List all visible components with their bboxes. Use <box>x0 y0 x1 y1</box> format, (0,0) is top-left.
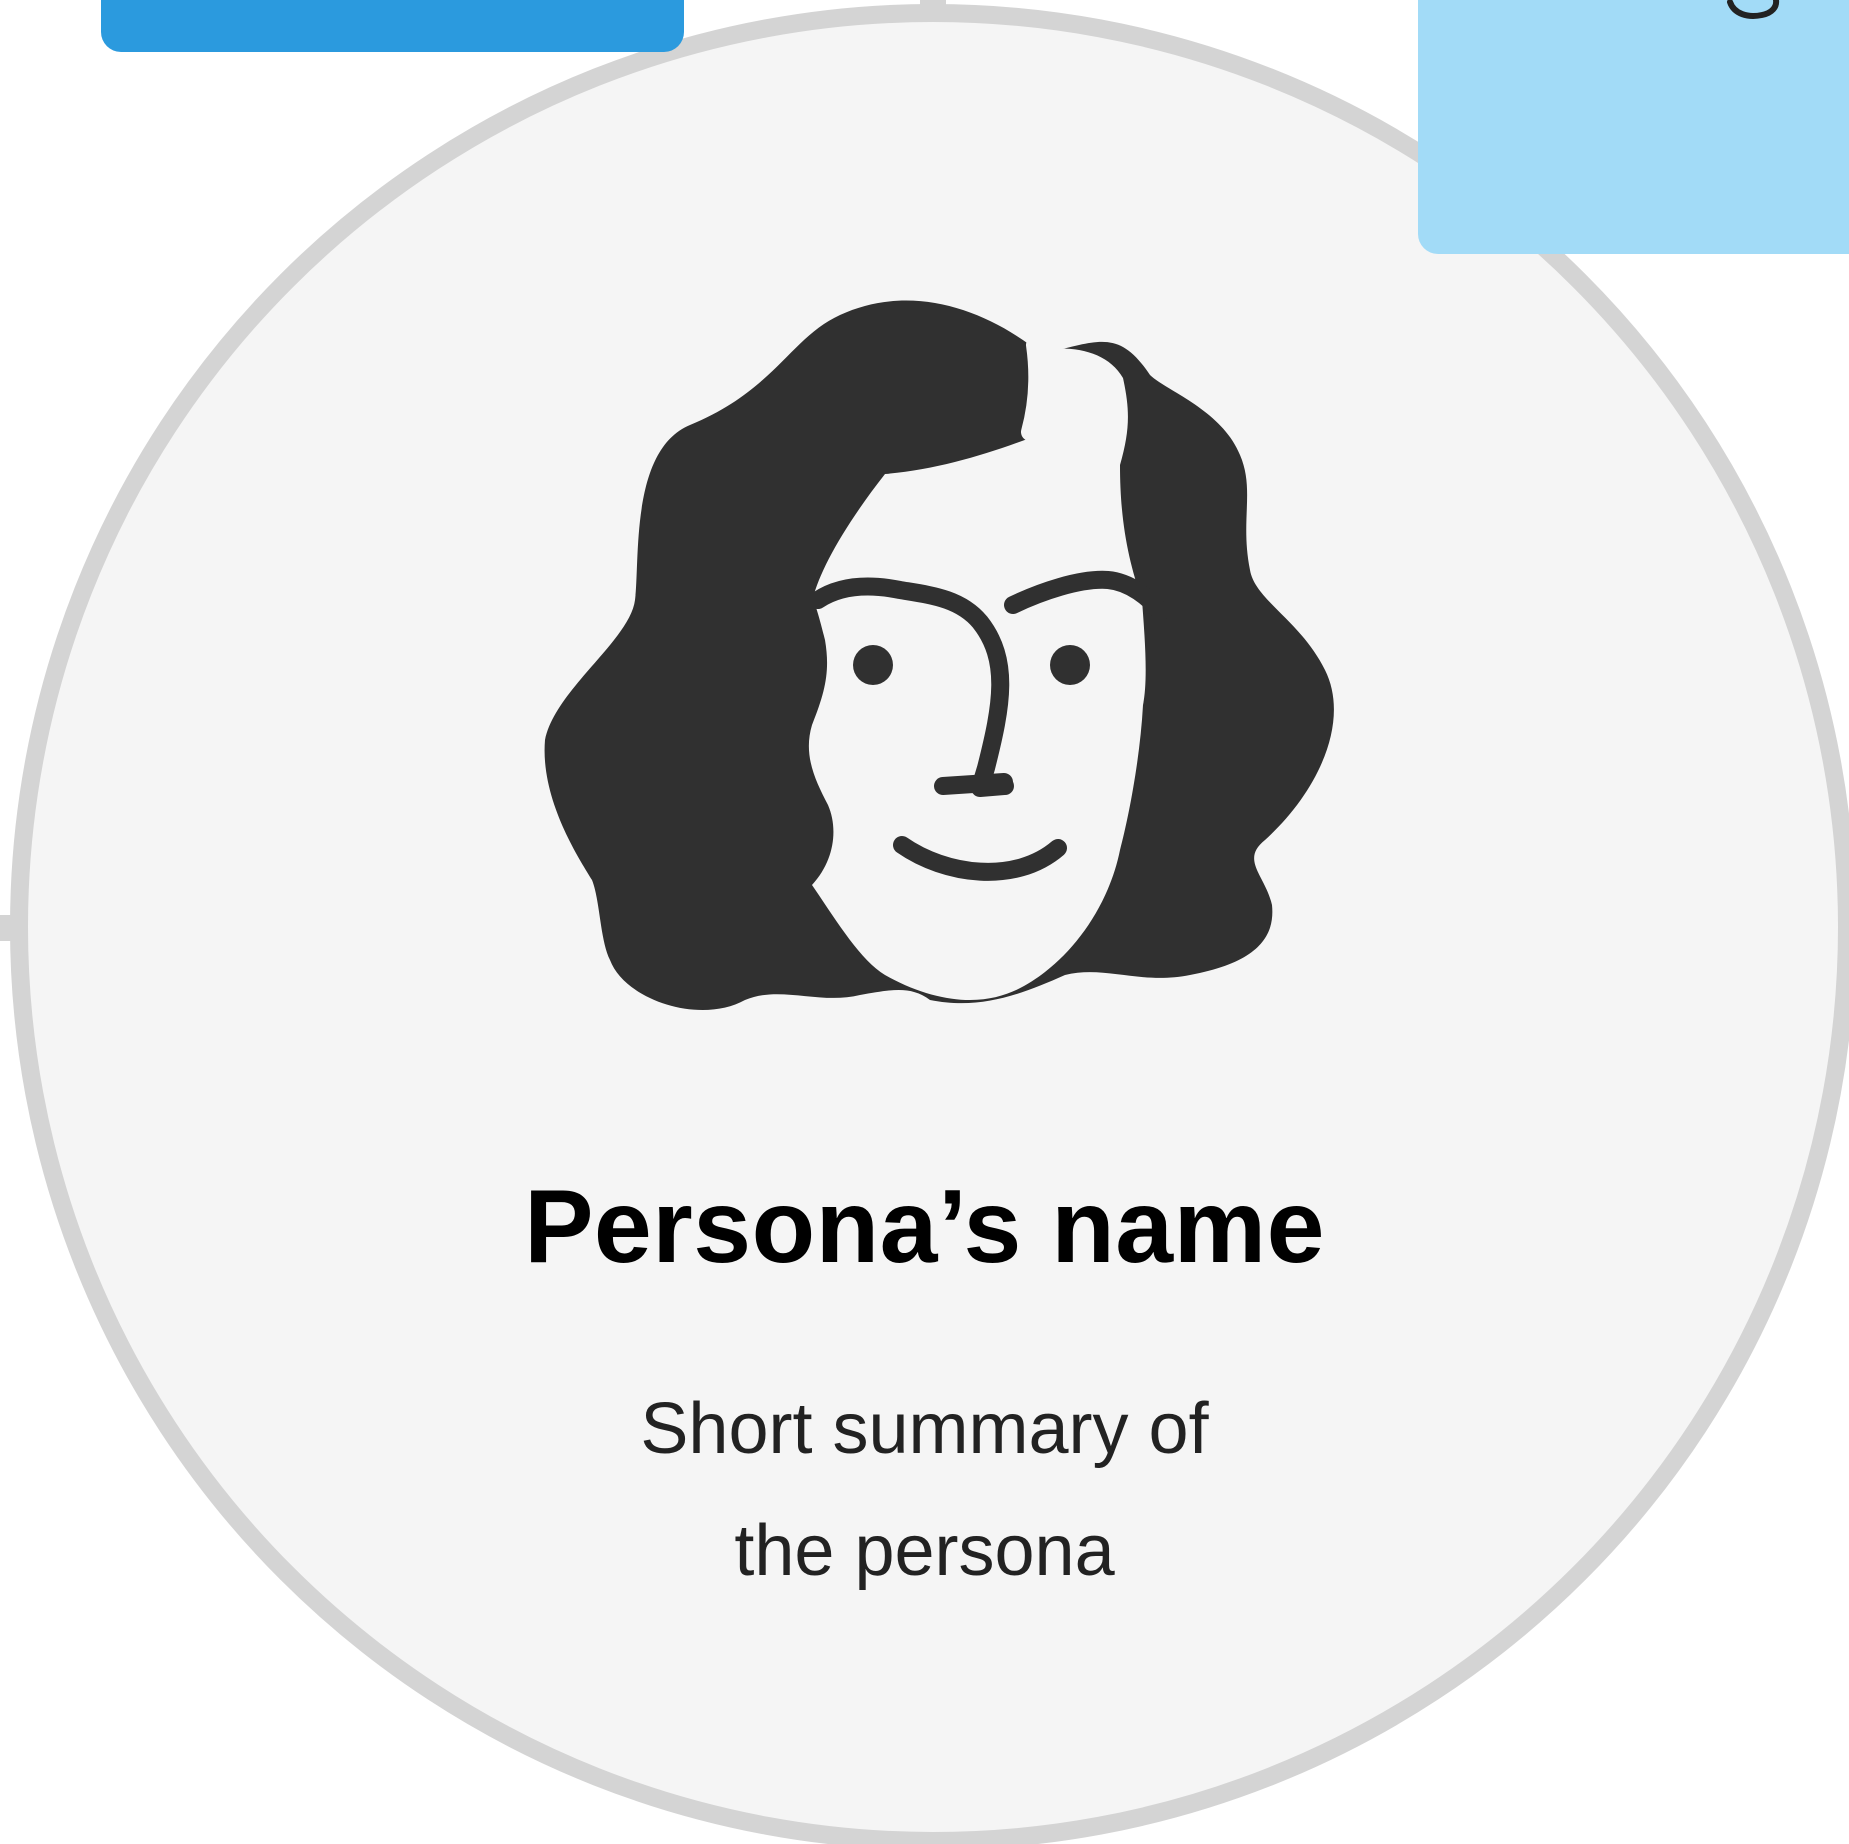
sticky-note-blue[interactable] <box>101 0 684 52</box>
persona-summary-line-2: the persona <box>734 1511 1115 1591</box>
persona-summary-line-1: Short summary of <box>640 1389 1209 1469</box>
hair-part <box>1021 336 1047 441</box>
persona-summary: Short summary of the persona <box>0 1368 1849 1612</box>
sticky-note-light-blue[interactable] <box>1418 0 1849 254</box>
nose-bottom <box>934 773 1013 795</box>
right-eye <box>1050 645 1090 685</box>
persona-name: Persona’s name <box>524 1169 1325 1285</box>
left-eye <box>853 645 893 685</box>
